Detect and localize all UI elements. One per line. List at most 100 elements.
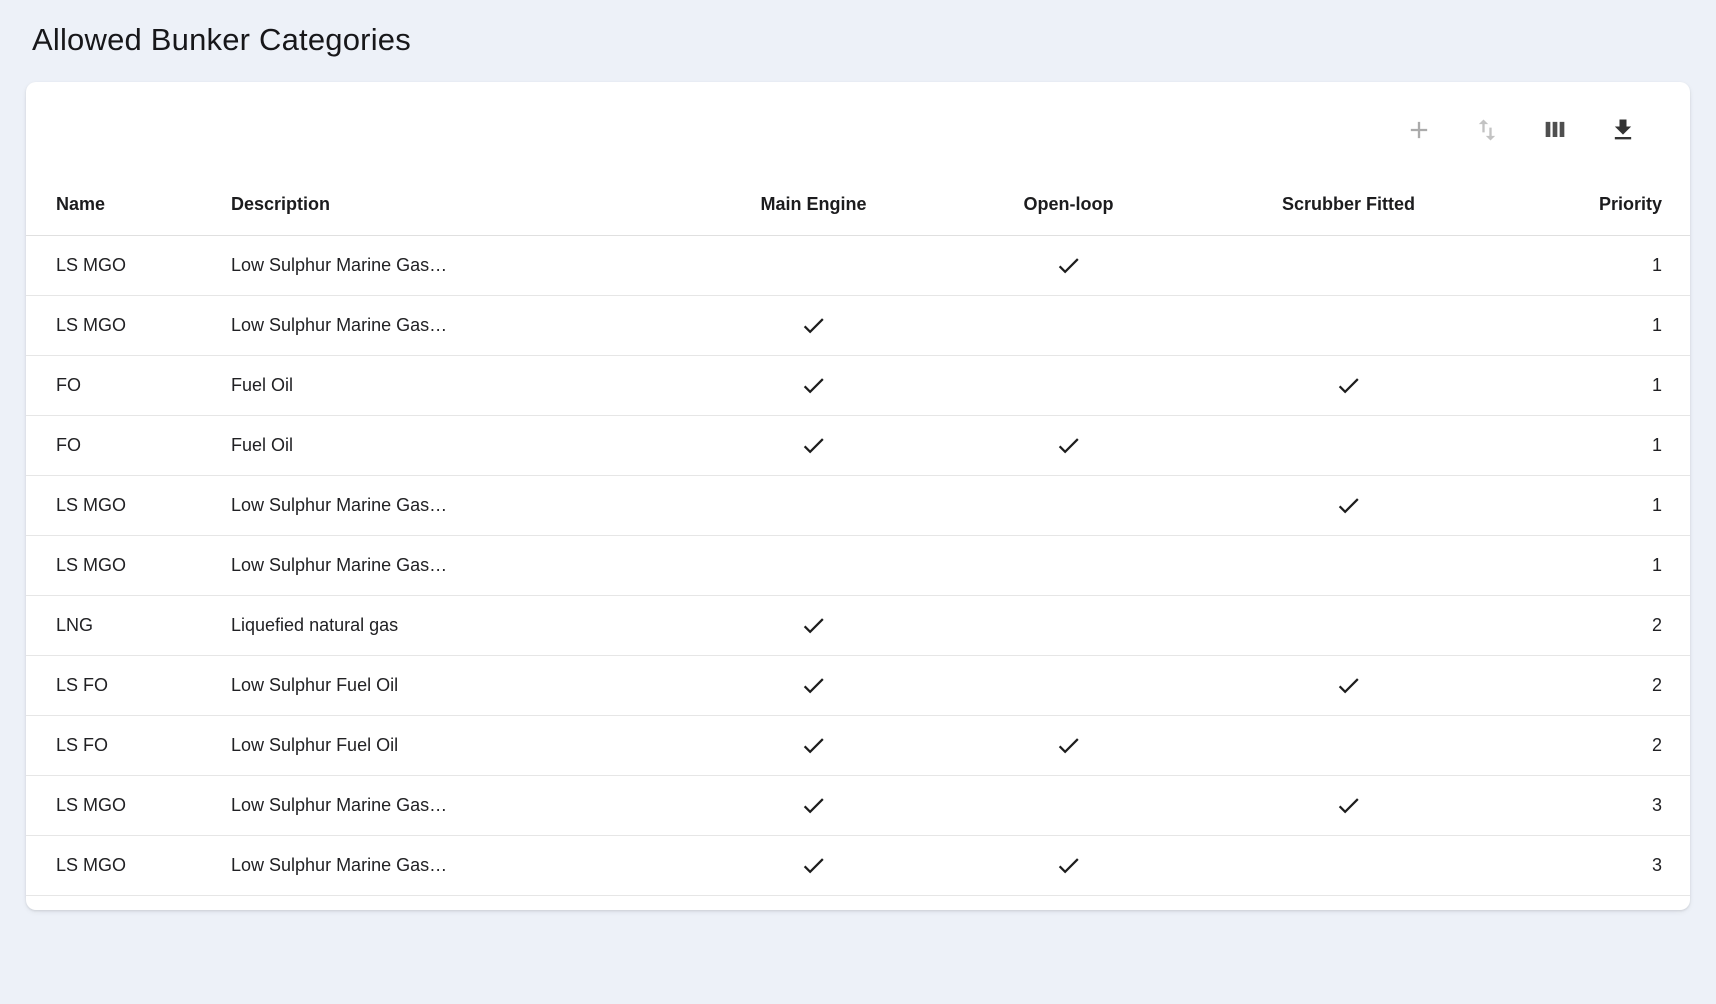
cell-open-loop <box>941 656 1196 716</box>
cell-description: Fuel Oil <box>231 416 686 476</box>
check-icon <box>1335 372 1362 399</box>
cell-description: Low Sulphur Marine Gas… <box>231 836 686 896</box>
cell-main-engine <box>686 716 941 776</box>
check-icon <box>1055 852 1082 879</box>
cell-name: LS FO <box>26 656 231 716</box>
bunker-categories-card: Name Description Main Engine Open-loop S… <box>26 82 1690 910</box>
cell-scrubber-fitted <box>1196 776 1501 836</box>
cell-description: Low Sulphur Marine Gas… <box>231 776 686 836</box>
cell-main-engine <box>686 776 941 836</box>
cell-open-loop <box>941 536 1196 596</box>
check-icon <box>800 312 827 339</box>
table-row[interactable]: LS MGO Low Sulphur Marine Gas… 1 <box>26 236 1690 296</box>
table-row[interactable]: LS MGO Low Sulphur Marine Gas… 1 <box>26 296 1690 356</box>
download-button[interactable] <box>1600 108 1646 154</box>
cell-name: FO <box>26 416 231 476</box>
bunker-categories-table: Name Description Main Engine Open-loop S… <box>26 184 1690 896</box>
cell-scrubber-fitted <box>1196 356 1501 416</box>
check-icon <box>1055 732 1082 759</box>
columns-icon <box>1541 116 1569 147</box>
cell-description: Low Sulphur Marine Gas… <box>231 536 686 596</box>
cell-scrubber-fitted <box>1196 716 1501 776</box>
cell-name: LS FO <box>26 716 231 776</box>
cell-open-loop <box>941 296 1196 356</box>
check-icon <box>800 672 827 699</box>
table-header-row: Name Description Main Engine Open-loop S… <box>26 184 1690 236</box>
download-icon <box>1609 116 1637 147</box>
table-row[interactable]: LS FO Low Sulphur Fuel Oil 2 <box>26 656 1690 716</box>
cell-main-engine <box>686 476 941 536</box>
cell-description: Low Sulphur Marine Gas… <box>231 476 686 536</box>
check-icon <box>1055 252 1082 279</box>
cell-name: LS MGO <box>26 476 231 536</box>
page-title: Allowed Bunker Categories <box>32 22 1690 58</box>
table-row[interactable]: LS MGO Low Sulphur Marine Gas… 1 <box>26 536 1690 596</box>
table-row[interactable]: LNG Liquefied natural gas 2 <box>26 596 1690 656</box>
cell-main-engine <box>686 296 941 356</box>
table-row[interactable]: LS MGO Low Sulphur Marine Gas… 1 <box>26 476 1690 536</box>
table-row[interactable]: FO Fuel Oil 1 <box>26 356 1690 416</box>
cell-open-loop <box>941 356 1196 416</box>
cell-scrubber-fitted <box>1196 476 1501 536</box>
check-icon <box>1335 672 1362 699</box>
cell-name: LNG <box>26 596 231 656</box>
table-row[interactable]: LS MGO Low Sulphur Marine Gas… 3 <box>26 776 1690 836</box>
sort-icon <box>1473 116 1501 147</box>
cell-scrubber-fitted <box>1196 836 1501 896</box>
cell-priority: 2 <box>1501 596 1690 656</box>
table-row[interactable]: FO Fuel Oil 1 <box>26 416 1690 476</box>
columns-button[interactable] <box>1532 108 1578 154</box>
add-icon <box>1405 116 1433 147</box>
cell-priority: 1 <box>1501 236 1690 296</box>
cell-description: Low Sulphur Marine Gas… <box>231 296 686 356</box>
check-icon <box>800 732 827 759</box>
cell-description: Liquefied natural gas <box>231 596 686 656</box>
cell-main-engine <box>686 836 941 896</box>
check-icon <box>800 432 827 459</box>
check-icon <box>800 612 827 639</box>
cell-scrubber-fitted <box>1196 656 1501 716</box>
cell-main-engine <box>686 536 941 596</box>
sort-button[interactable] <box>1464 108 1510 154</box>
column-header-scrubber-fitted[interactable]: Scrubber Fitted <box>1196 184 1501 236</box>
cell-priority: 1 <box>1501 296 1690 356</box>
check-icon <box>1055 432 1082 459</box>
add-button[interactable] <box>1396 108 1442 154</box>
cell-priority: 2 <box>1501 656 1690 716</box>
check-icon <box>800 372 827 399</box>
cell-main-engine <box>686 416 941 476</box>
cell-priority: 1 <box>1501 536 1690 596</box>
cell-name: LS MGO <box>26 836 231 896</box>
cell-priority: 1 <box>1501 416 1690 476</box>
cell-scrubber-fitted <box>1196 536 1501 596</box>
cell-open-loop <box>941 776 1196 836</box>
cell-priority: 1 <box>1501 356 1690 416</box>
cell-open-loop <box>941 476 1196 536</box>
cell-name: LS MGO <box>26 776 231 836</box>
cell-main-engine <box>686 236 941 296</box>
cell-main-engine <box>686 356 941 416</box>
cell-main-engine <box>686 656 941 716</box>
table-row[interactable]: LS FO Low Sulphur Fuel Oil 2 <box>26 716 1690 776</box>
column-header-name[interactable]: Name <box>26 184 231 236</box>
cell-open-loop <box>941 836 1196 896</box>
cell-scrubber-fitted <box>1196 416 1501 476</box>
cell-priority: 3 <box>1501 836 1690 896</box>
cell-open-loop <box>941 236 1196 296</box>
column-header-main-engine[interactable]: Main Engine <box>686 184 941 236</box>
column-header-description[interactable]: Description <box>231 184 686 236</box>
cell-scrubber-fitted <box>1196 236 1501 296</box>
check-icon <box>1335 492 1362 519</box>
column-header-priority[interactable]: Priority <box>1501 184 1690 236</box>
page: Allowed Bunker Categories <box>0 0 1716 936</box>
cell-open-loop <box>941 416 1196 476</box>
table-row[interactable]: LS MGO Low Sulphur Marine Gas… 3 <box>26 836 1690 896</box>
cell-priority: 2 <box>1501 716 1690 776</box>
cell-name: LS MGO <box>26 236 231 296</box>
check-icon <box>800 852 827 879</box>
column-header-open-loop[interactable]: Open-loop <box>941 184 1196 236</box>
table-toolbar <box>26 104 1690 154</box>
table-body: LS MGO Low Sulphur Marine Gas… 1 LS MGO … <box>26 236 1690 896</box>
check-icon <box>800 792 827 819</box>
cell-name: LS MGO <box>26 536 231 596</box>
